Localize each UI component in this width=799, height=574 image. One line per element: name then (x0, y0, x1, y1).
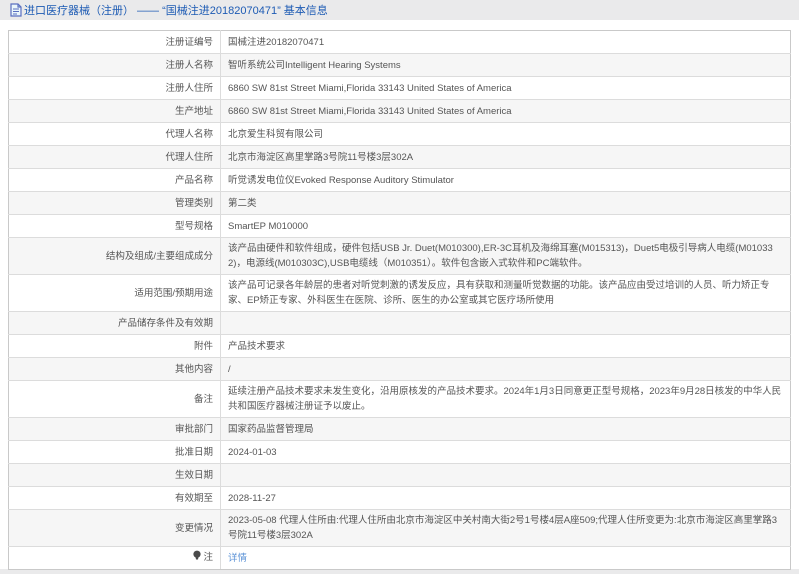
row-value: 该产品可记录各年龄层的患者对听觉刺激的诱发反应，具有获取和测量听觉数据的功能。该… (221, 275, 791, 312)
row-value: 智听系统公司Intelligent Hearing Systems (221, 54, 791, 77)
row-value: 国械注进20182070471 (221, 31, 791, 54)
row-value: 2023-05-08 代理人住所由:代理人住所由北京市海淀区中关村南大街2号1号… (221, 510, 791, 547)
row-label: 注册证编号 (9, 31, 221, 54)
info-table: 注册证编号国械注进20182070471注册人名称智听系统公司Intellige… (8, 30, 791, 570)
table-row: 产品名称听觉诱发电位仪Evoked Response Auditory Stim… (9, 169, 791, 192)
row-label: 变更情况 (9, 510, 221, 547)
row-label: 注 (9, 547, 221, 570)
table-row: 结构及组成/主要组成成分该产品由硬件和软件组成，硬件包括USB Jr. Duet… (9, 238, 791, 275)
row-value: 国家药品监督管理局 (221, 418, 791, 441)
table-row: 注册证编号国械注进20182070471 (9, 31, 791, 54)
title-bar: 进口医疗器械（注册） —— “国械注进20182070471” 基本信息 (0, 0, 799, 20)
note-icon (192, 550, 202, 566)
table-row: 代理人住所北京市海淀区高里掌路3号院11号楼3层302A (9, 146, 791, 169)
row-label: 生产地址 (9, 100, 221, 123)
row-value: SmartEP M010000 (221, 215, 791, 238)
table-row: 生产地址6860 SW 81st Street Miami,Florida 33… (9, 100, 791, 123)
row-label: 有效期至 (9, 487, 221, 510)
table-row: 注册人住所6860 SW 81st Street Miami,Florida 3… (9, 77, 791, 100)
row-label: 备注 (9, 381, 221, 418)
row-value: 延续注册产品技术要求未发生变化，沿用原核发的产品技术要求。2024年1月3日同意… (221, 381, 791, 418)
row-value: 第二类 (221, 192, 791, 215)
row-label: 结构及组成/主要组成成分 (9, 238, 221, 275)
row-value: 6860 SW 81st Street Miami,Florida 33143 … (221, 77, 791, 100)
content-panel: 注册证编号国械注进20182070471注册人名称智听系统公司Intellige… (0, 20, 799, 569)
table-row: 适用范围/预期用途该产品可记录各年龄层的患者对听觉刺激的诱发反应，具有获取和测量… (9, 275, 791, 312)
document-icon (10, 3, 22, 17)
table-row: 其他内容/ (9, 358, 791, 381)
row-label: 代理人住所 (9, 146, 221, 169)
row-value: 北京市海淀区高里掌路3号院11号楼3层302A (221, 146, 791, 169)
row-label: 审批部门 (9, 418, 221, 441)
row-label: 附件 (9, 335, 221, 358)
row-value: 北京爱生科贸有限公司 (221, 123, 791, 146)
table-row: 审批部门国家药品监督管理局 (9, 418, 791, 441)
page-title: 进口医疗器械（注册） —— “国械注进20182070471” 基本信息 (24, 2, 328, 18)
table-row: 注册人名称智听系统公司Intelligent Hearing Systems (9, 54, 791, 77)
table-row: 管理类别第二类 (9, 192, 791, 215)
table-row: 变更情况2023-05-08 代理人住所由:代理人住所由北京市海淀区中关村南大街… (9, 510, 791, 547)
row-value: 6860 SW 81st Street Miami,Florida 33143 … (221, 100, 791, 123)
row-label: 管理类别 (9, 192, 221, 215)
table-row: 生效日期 (9, 464, 791, 487)
row-label: 产品储存条件及有效期 (9, 312, 221, 335)
row-label: 生效日期 (9, 464, 221, 487)
row-value (221, 312, 791, 335)
row-label: 批准日期 (9, 441, 221, 464)
row-label: 代理人名称 (9, 123, 221, 146)
row-value: 2024-01-03 (221, 441, 791, 464)
row-label: 产品名称 (9, 169, 221, 192)
row-value (221, 464, 791, 487)
table-row: 注详情 (9, 547, 791, 570)
row-value: 听觉诱发电位仪Evoked Response Auditory Stimulat… (221, 169, 791, 192)
table-row: 产品储存条件及有效期 (9, 312, 791, 335)
details-link[interactable]: 详情 (228, 553, 247, 564)
table-row: 备注延续注册产品技术要求未发生变化，沿用原核发的产品技术要求。2024年1月3日… (9, 381, 791, 418)
table-row: 附件产品技术要求 (9, 335, 791, 358)
row-value: 该产品由硬件和软件组成，硬件包括USB Jr. Duet(M010300),ER… (221, 238, 791, 275)
table-row: 批准日期2024-01-03 (9, 441, 791, 464)
table-row: 有效期至2028-11-27 (9, 487, 791, 510)
row-value: 2028-11-27 (221, 487, 791, 510)
row-label: 其他内容 (9, 358, 221, 381)
row-label: 注册人住所 (9, 77, 221, 100)
row-label: 适用范围/预期用途 (9, 275, 221, 312)
row-label: 型号规格 (9, 215, 221, 238)
table-row: 代理人名称北京爱生科贸有限公司 (9, 123, 791, 146)
table-row: 型号规格SmartEP M010000 (9, 215, 791, 238)
row-value: / (221, 358, 791, 381)
row-label: 注册人名称 (9, 54, 221, 77)
row-value: 详情 (221, 547, 791, 570)
row-value: 产品技术要求 (221, 335, 791, 358)
